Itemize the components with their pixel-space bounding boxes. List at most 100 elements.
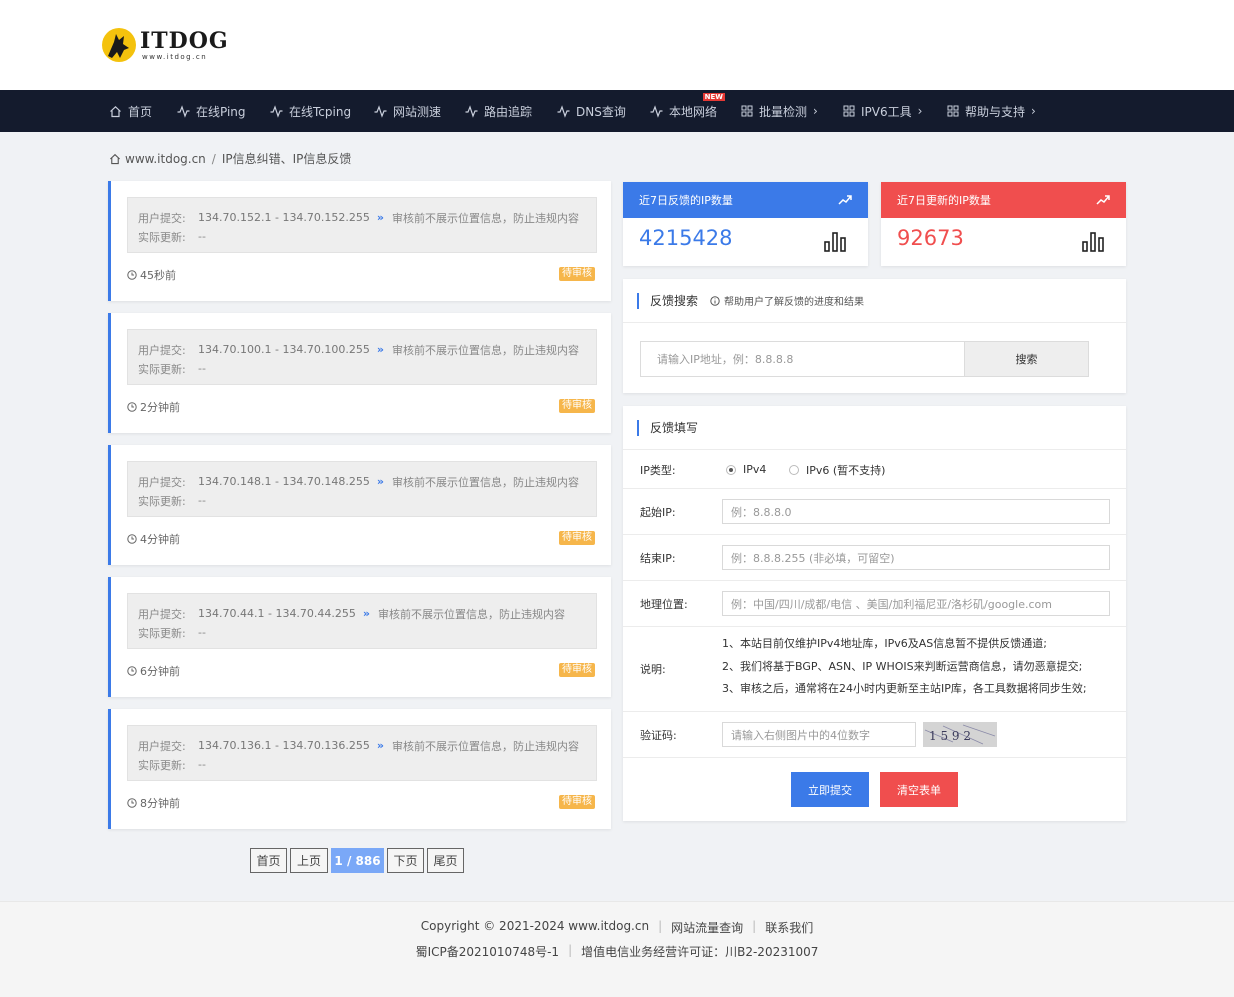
submitted-label: 用户提交:	[138, 211, 186, 225]
nav-label: 帮助与支持	[965, 104, 1026, 119]
start-ip-input[interactable]: 例：8.8.8.0	[722, 499, 1110, 524]
actual-label: 实际更新:	[138, 230, 186, 244]
site-logo[interactable]: ITDOG www.itdog.cn	[102, 28, 229, 62]
status-badge: 待审核	[559, 531, 595, 545]
feedback-time: 45秒前	[127, 267, 176, 283]
actual-value: --	[198, 494, 206, 507]
first-page-button[interactable]: 首页	[250, 848, 287, 873]
contact-link[interactable]: 联系我们	[765, 919, 813, 936]
status-badge: 待审核	[559, 267, 595, 281]
note-item: 1、本站目前仅维护IPv4地址库，IPv6及AS信息暂不提供反馈通道;	[722, 637, 1047, 650]
nav-item-dns[interactable]: DNS查询	[557, 90, 626, 132]
actual-label: 实际更新:	[138, 758, 186, 772]
ipv4-radio[interactable]: IPv4	[726, 463, 766, 476]
last-page-button[interactable]: 尾页	[427, 848, 464, 873]
nav-item-help[interactable]: 帮助与支持 ›	[947, 90, 1036, 132]
stat-value: 92673	[897, 226, 964, 250]
feedback-card: 用户提交: 134.70.148.1 - 134.70.148.255 » 审核前不展…	[108, 445, 611, 565]
pulse-icon	[465, 104, 478, 118]
nav-label: 批量检测	[759, 104, 808, 119]
chevron-right-icon: ›	[813, 104, 818, 118]
ip-search-input[interactable]: 请输入IP地址，例：8.8.8.8	[640, 341, 965, 377]
next-page-button[interactable]: 下页	[387, 848, 424, 873]
stat-header: 近7日更新的IP数量	[881, 182, 1126, 218]
nav-item-ipv6-tools[interactable]: IPV6工具 ›	[843, 90, 922, 132]
end-ip-input[interactable]: 例：8.8.8.255 (非必填，可留空)	[722, 545, 1110, 570]
geo-input[interactable]: 例：中国/四川/成都/电信 、美国/加利福尼亚/洛杉矶/google.com	[722, 591, 1110, 616]
nav-item-batch-check[interactable]: 批量检测 ›	[741, 90, 818, 132]
captcha-row: 验证码: 请输入右侧图片中的4位数字 1 5 9 2	[623, 712, 1126, 758]
feedback-card: 用户提交: 134.70.152.1 - 134.70.152.255 » 审核前不展…	[108, 181, 611, 301]
time-text: 45秒前	[140, 269, 176, 282]
captcha-image[interactable]: 1 5 9 2	[923, 722, 997, 747]
time-text: 8分钟前	[140, 797, 180, 810]
trend-up-icon	[1096, 195, 1110, 205]
captcha-input[interactable]: 请输入右侧图片中的4位数字	[722, 722, 916, 747]
double-arrow-icon: »	[362, 607, 371, 620]
actual-label: 实际更新:	[138, 362, 186, 376]
note-item: 2、我们将基于BGP、ASN、IP WHOIS来判断运营商信息，请勿恶意提交;	[722, 659, 1083, 673]
time-text: 2分钟前	[140, 401, 180, 414]
nav-item-tcping[interactable]: 在线Tcping	[270, 90, 351, 132]
nav-item-speedtest[interactable]: 网站测速	[374, 90, 441, 132]
accent-bar	[637, 292, 639, 309]
actual-label: 实际更新:	[138, 494, 186, 508]
actual-label: 实际更新:	[138, 626, 186, 640]
pulse-icon	[650, 104, 663, 118]
nav-item-ping[interactable]: 在线Ping	[177, 90, 246, 132]
double-arrow-icon: »	[376, 211, 385, 224]
submitted-label: 用户提交:	[138, 607, 186, 621]
icp-link[interactable]: 蜀ICP备2021010748号-1	[416, 943, 559, 960]
feedback-form-panel: 反馈填写 IP类型: IPv4 IPv6 (暂不支持) 起始IP: 例：8.8.…	[623, 406, 1126, 821]
clock-icon	[127, 270, 137, 280]
feedback-time: 6分钟前	[127, 663, 180, 679]
actual-value: --	[198, 362, 206, 375]
ipv6-radio[interactable]: IPv6 (暂不支持)	[789, 462, 885, 478]
panel-title: 反馈搜索	[650, 294, 699, 308]
trend-up-icon	[838, 195, 852, 205]
panel-title: 反馈填写	[650, 421, 699, 435]
pulse-icon	[557, 104, 570, 118]
panel-header: 反馈填写	[623, 406, 1126, 450]
nav-label: 在线Tcping	[289, 104, 352, 119]
stat-card-feedback: 近7日反馈的IP数量 4215428	[623, 182, 868, 266]
double-arrow-icon: »	[376, 739, 385, 752]
feedback-detail: 用户提交: 134.70.44.1 - 134.70.44.255 » 审核前不展示位…	[127, 593, 597, 649]
feedback-card: 用户提交: 134.70.100.1 - 134.70.100.255 » 审核前不展…	[108, 313, 611, 433]
logo-title: ITDOG	[140, 27, 229, 54]
submitted-label: 用户提交:	[138, 739, 186, 753]
geo-row: 地理位置: 例：中国/四川/成都/电信 、美国/加利福尼亚/洛杉矶/google…	[623, 581, 1126, 627]
panel-hint: 帮助用户了解反馈的进度和结果	[710, 293, 864, 308]
status-badge: 待审核	[559, 795, 595, 809]
panel-header: 反馈搜索 帮助用户了解反馈的进度和结果	[623, 279, 1126, 323]
nav-item-local-network[interactable]: 本地网络 NEW	[650, 90, 726, 132]
ip-range: 134.70.148.1 - 134.70.148.255	[198, 475, 370, 488]
status-badge: 待审核	[559, 399, 595, 413]
clear-form-button[interactable]: 清空表单	[880, 772, 958, 807]
accent-bar	[637, 419, 639, 436]
clock-icon	[127, 798, 137, 808]
feedback-note: 审核前不展示位置信息，防止违规内容	[392, 211, 580, 225]
grid-icon	[741, 105, 753, 117]
captcha-label: 验证码:	[640, 728, 677, 742]
nav-item-traceroute[interactable]: 路由追踪	[465, 90, 532, 132]
breadcrumb-home-link[interactable]: www.itdog.cn	[125, 152, 206, 166]
traffic-link[interactable]: 网站流量查询	[671, 919, 743, 936]
nav-label: 路由追踪	[484, 104, 533, 119]
feedback-card: 用户提交: 134.70.44.1 - 134.70.44.255 » 审核前不展示位…	[108, 577, 611, 697]
ip-range: 134.70.152.1 - 134.70.152.255	[198, 211, 370, 224]
prev-page-button[interactable]: 上页	[290, 848, 328, 873]
nav-item-home[interactable]: 首页	[109, 90, 152, 132]
start-ip-row: 起始IP: 例：8.8.8.0	[623, 489, 1126, 535]
search-button[interactable]: 搜索	[965, 341, 1089, 377]
feedback-search-panel: 反馈搜索 帮助用户了解反馈的进度和结果 请输入IP地址，例：8.8.8.8 搜索	[623, 279, 1126, 393]
actual-value: --	[198, 758, 206, 771]
time-text: 6分钟前	[140, 665, 180, 678]
ip-type-label: IP类型:	[640, 463, 676, 477]
start-ip-label: 起始IP:	[640, 505, 676, 519]
geo-label: 地理位置:	[640, 597, 688, 611]
submit-button[interactable]: 立即提交	[791, 772, 869, 807]
grid-icon	[947, 105, 959, 117]
ip-range: 134.70.136.1 - 134.70.136.255	[198, 739, 370, 752]
stat-value: 4215428	[639, 226, 733, 250]
